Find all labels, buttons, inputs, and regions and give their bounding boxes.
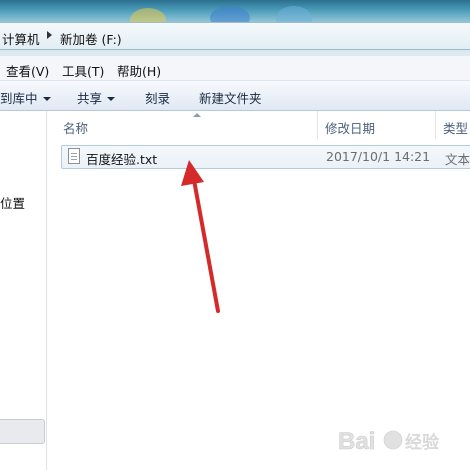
command-toolbar: 到库中 共享 刻录 新建文件夹 — [0, 81, 470, 111]
file-type: 文本 — [445, 152, 470, 167]
new-folder-button[interactable]: 新建文件夹 — [199, 88, 262, 107]
menu-view[interactable]: 查看(V) — [6, 61, 49, 80]
menu-tools[interactable]: 工具(T) — [62, 61, 104, 80]
breadcrumb-computer[interactable]: 计算机 — [2, 29, 40, 48]
file-modified-date: 2017/10/1 14:21 — [326, 149, 431, 164]
svg-text:经验: 经验 — [405, 433, 439, 453]
address-bar-region: 计算机 新加卷 (F:) — [0, 0, 470, 56]
chevron-down-icon — [107, 97, 116, 101]
sort-ascending-icon — [193, 113, 201, 117]
menu-bar: 查看(V) 工具(T) 帮助(H) — [0, 56, 470, 81]
file-name: 百度经验.txt — [86, 152, 158, 167]
breadcrumb-drive-f[interactable]: 新加卷 (F:) — [60, 29, 122, 48]
share-label: 共享 — [77, 91, 103, 106]
chevron-right-icon[interactable] — [47, 31, 52, 39]
burn-button[interactable]: 刻录 — [145, 88, 170, 107]
column-header-modified[interactable]: 修改日期 — [317, 111, 436, 139]
text-file-icon — [68, 148, 80, 164]
svg-text:Bai: Bai — [338, 428, 375, 455]
share-button[interactable]: 共享 — [77, 88, 116, 107]
include-in-library-button[interactable]: 到库中 — [0, 88, 51, 107]
nav-item-location[interactable]: 位置 — [0, 193, 25, 212]
file-row[interactable]: 百度经验.txt 2017/10/1 14:21 文本 — [61, 145, 470, 169]
column-header-modified-label: 修改日期 — [325, 121, 376, 136]
menu-help[interactable]: 帮助(H) — [117, 61, 161, 80]
include-in-library-label: 到库中 — [0, 91, 38, 106]
chevron-down-icon — [42, 97, 51, 101]
column-header-type-label: 类型 — [443, 121, 469, 136]
column-header-type[interactable]: 类型 — [435, 111, 470, 139]
baidu-jingyan-watermark-logo: Bai 经验 — [338, 428, 440, 456]
file-list: 名称 修改日期 类型 百度经验.txt 2017/10/1 14:21 文本 — [47, 111, 470, 470]
column-header-name[interactable]: 名称 — [55, 111, 318, 139]
column-header-name-label: 名称 — [63, 121, 89, 136]
navigation-pane: 位置 — [0, 111, 47, 470]
breadcrumb[interactable]: 计算机 新加卷 (F:) — [0, 22, 470, 50]
nav-scrollbar[interactable] — [0, 419, 45, 444]
